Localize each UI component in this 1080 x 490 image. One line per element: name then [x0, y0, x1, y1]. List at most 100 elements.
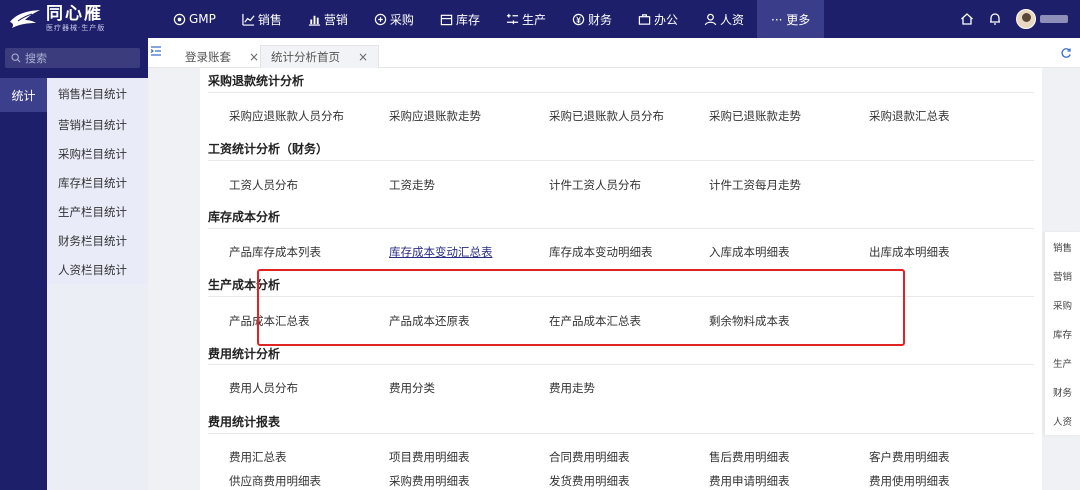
report-link[interactable]: 采购应退账款人员分布	[229, 108, 344, 124]
sidebar-item-hr-stats[interactable]: 人资栏目统计	[47, 255, 148, 284]
report-link[interactable]: 产品库存成本列表	[229, 244, 321, 260]
sidebar-item-purchase-stats[interactable]: 采购栏目统计	[47, 139, 148, 168]
home-icon[interactable]	[960, 12, 974, 26]
sidebar-item-sales-stats[interactable]: 销售栏目统计	[47, 78, 148, 110]
quick-item-marketing[interactable]: 营销	[1045, 261, 1080, 290]
nav-label: 库存	[455, 12, 480, 27]
sidebar-item-finance-stats[interactable]: 财务栏目统计	[47, 226, 148, 255]
report-link[interactable]: 产品成本还原表	[389, 313, 470, 329]
tab-stats-home[interactable]: 统计分析首页 ×	[260, 45, 380, 68]
section-title: 费用统计报表	[208, 415, 281, 429]
quick-item-inventory[interactable]: 库存	[1045, 319, 1080, 348]
bell-icon[interactable]	[988, 12, 1002, 26]
sidebar: 搜索 统计 销售栏目统计 营销栏目统计 采购栏目统计 库存栏目统计 生产栏目统计…	[0, 38, 148, 490]
nav-item-office[interactable]: 办公	[625, 0, 691, 38]
report-link[interactable]: 采购已退账款人员分布	[549, 108, 664, 124]
avatar[interactable]	[1016, 9, 1036, 29]
report-link[interactable]: 费用分类	[389, 380, 435, 396]
nav-label: 营销	[323, 12, 348, 27]
nav-item-inventory[interactable]: 库存	[427, 0, 493, 38]
nav-item-hr[interactable]: 人资	[691, 0, 757, 38]
gmp-icon	[173, 13, 186, 25]
report-link[interactable]: 费用使用明细表	[869, 473, 950, 489]
report-link[interactable]: 计件工资人员分布	[549, 177, 641, 193]
nav-label: ··· 更多	[771, 12, 811, 27]
search-placeholder: 搜索	[25, 52, 47, 65]
sidebar-item-production-stats[interactable]: 生产栏目统计	[47, 197, 148, 226]
tab-label: 登录账套	[185, 49, 231, 64]
tab-login-account[interactable]: 登录账套 ×	[175, 45, 269, 68]
report-link[interactable]: 售后费用明细表	[709, 449, 790, 465]
report-link[interactable]: 库存成本变动明细表	[549, 244, 653, 260]
top-right-tools	[946, 0, 1068, 38]
goose-logo-icon	[10, 10, 40, 28]
report-link[interactable]: 合同费用明细表	[549, 449, 630, 465]
nav-item-more[interactable]: ··· 更多	[757, 0, 825, 38]
nav-label: 财务	[587, 12, 612, 27]
report-link[interactable]: 采购退款汇总表	[869, 108, 950, 124]
section-divider	[208, 296, 1034, 297]
sidebar-item-marketing-stats[interactable]: 营销栏目统计	[47, 110, 148, 139]
report-link[interactable]: 采购已退账款走势	[709, 108, 801, 124]
collapse-menu-icon[interactable]	[150, 45, 162, 57]
report-link[interactable]: 费用走势	[549, 380, 595, 396]
section-divider	[208, 228, 1034, 229]
quick-item-hr[interactable]: 人资	[1045, 406, 1080, 435]
nav-item-finance[interactable]: 财务	[559, 0, 625, 38]
report-link[interactable]: 发货费用明细表	[549, 473, 630, 489]
report-link[interactable]: 入库成本明细表	[709, 244, 790, 260]
report-link[interactable]: 供应商费用明细表	[229, 473, 321, 489]
report-link[interactable]: 出库成本明细表	[869, 244, 950, 260]
tab-label: 统计分析首页	[271, 50, 340, 64]
report-link[interactable]: 项目费用明细表	[389, 449, 470, 465]
report-link[interactable]: 剩余物料成本表	[709, 313, 790, 329]
quick-item-purchase[interactable]: 采购	[1045, 290, 1080, 319]
money-icon	[572, 13, 585, 25]
nav-item-marketing[interactable]: 营销	[295, 0, 361, 38]
nav-item-production[interactable]: 生产	[493, 0, 559, 38]
report-link[interactable]: 在产品成本汇总表	[549, 313, 641, 329]
section-title: 生产成本分析	[208, 278, 281, 292]
sidebar-item-inventory-stats[interactable]: 库存栏目统计	[47, 168, 148, 197]
nav-label: 采购	[389, 12, 414, 27]
report-link[interactable]: 客户费用明细表	[869, 449, 950, 465]
submenu-panel: 销售栏目统计 营销栏目统计 采购栏目统计 库存栏目统计 生产栏目统计 财务栏目统…	[47, 78, 148, 490]
main-area: 采购退款统计分析 采购应退账款人员分布 采购应退账款走势 采购已退账款人员分布 …	[148, 68, 1080, 490]
report-link[interactable]: 采购应退账款走势	[389, 108, 481, 124]
quick-item-finance[interactable]: 财务	[1045, 377, 1080, 406]
brand-tagline: 医疗器械·生产版	[46, 24, 106, 32]
user-name-blurred[interactable]	[1040, 15, 1068, 23]
factory-icon	[506, 13, 519, 24]
nav-label: 销售	[257, 12, 282, 27]
nav-item-sales[interactable]: 销售	[229, 0, 295, 38]
refresh-icon[interactable]	[1060, 47, 1072, 59]
report-link[interactable]: 费用申请明细表	[709, 473, 790, 489]
logo[interactable]: 同心雁 医疗器械·生产版	[0, 0, 150, 38]
nav-item-gmp[interactable]: GMP	[160, 0, 229, 38]
report-link[interactable]: 计件工资每月走势	[709, 177, 801, 193]
section-title: 库存成本分析	[208, 210, 281, 224]
search-input[interactable]: 搜索	[5, 48, 140, 68]
top-nav-bar: 同心雁 医疗器械·生产版 GMP 销售 营销 采购 库存 生产 财务 办公 人资…	[0, 0, 1080, 38]
close-icon[interactable]: ×	[249, 50, 259, 64]
search-icon	[11, 53, 21, 63]
section-divider	[208, 433, 1034, 434]
report-link[interactable]: 费用人员分布	[229, 380, 298, 396]
section-title: 采购退款统计分析	[208, 74, 305, 88]
report-link[interactable]: 费用汇总表	[229, 449, 287, 465]
submenu-list: 销售栏目统计 营销栏目统计 采购栏目统计 库存栏目统计 生产栏目统计 财务栏目统…	[47, 78, 148, 284]
quick-item-production[interactable]: 生产	[1045, 348, 1080, 377]
quick-item-sales[interactable]: 销售	[1045, 232, 1080, 261]
category-statistics[interactable]: 统计	[0, 78, 47, 112]
report-link[interactable]: 采购费用明细表	[389, 473, 470, 489]
category-column: 统计	[0, 78, 47, 112]
report-link[interactable]: 工资走势	[389, 177, 435, 193]
tab-bar: 登录账套 × 统计分析首页 ×	[148, 38, 1080, 68]
right-quick-menu: 销售 营销 采购 库存 生产 财务 人资	[1044, 232, 1080, 435]
report-link[interactable]: 工资人员分布	[229, 177, 298, 193]
report-link[interactable]: 产品成本汇总表	[229, 313, 310, 329]
nav-item-purchase[interactable]: 采购	[361, 0, 427, 38]
close-icon[interactable]: ×	[358, 50, 368, 64]
report-link[interactable]: 库存成本变动汇总表	[389, 244, 493, 260]
nav-label: 人资	[720, 12, 745, 27]
